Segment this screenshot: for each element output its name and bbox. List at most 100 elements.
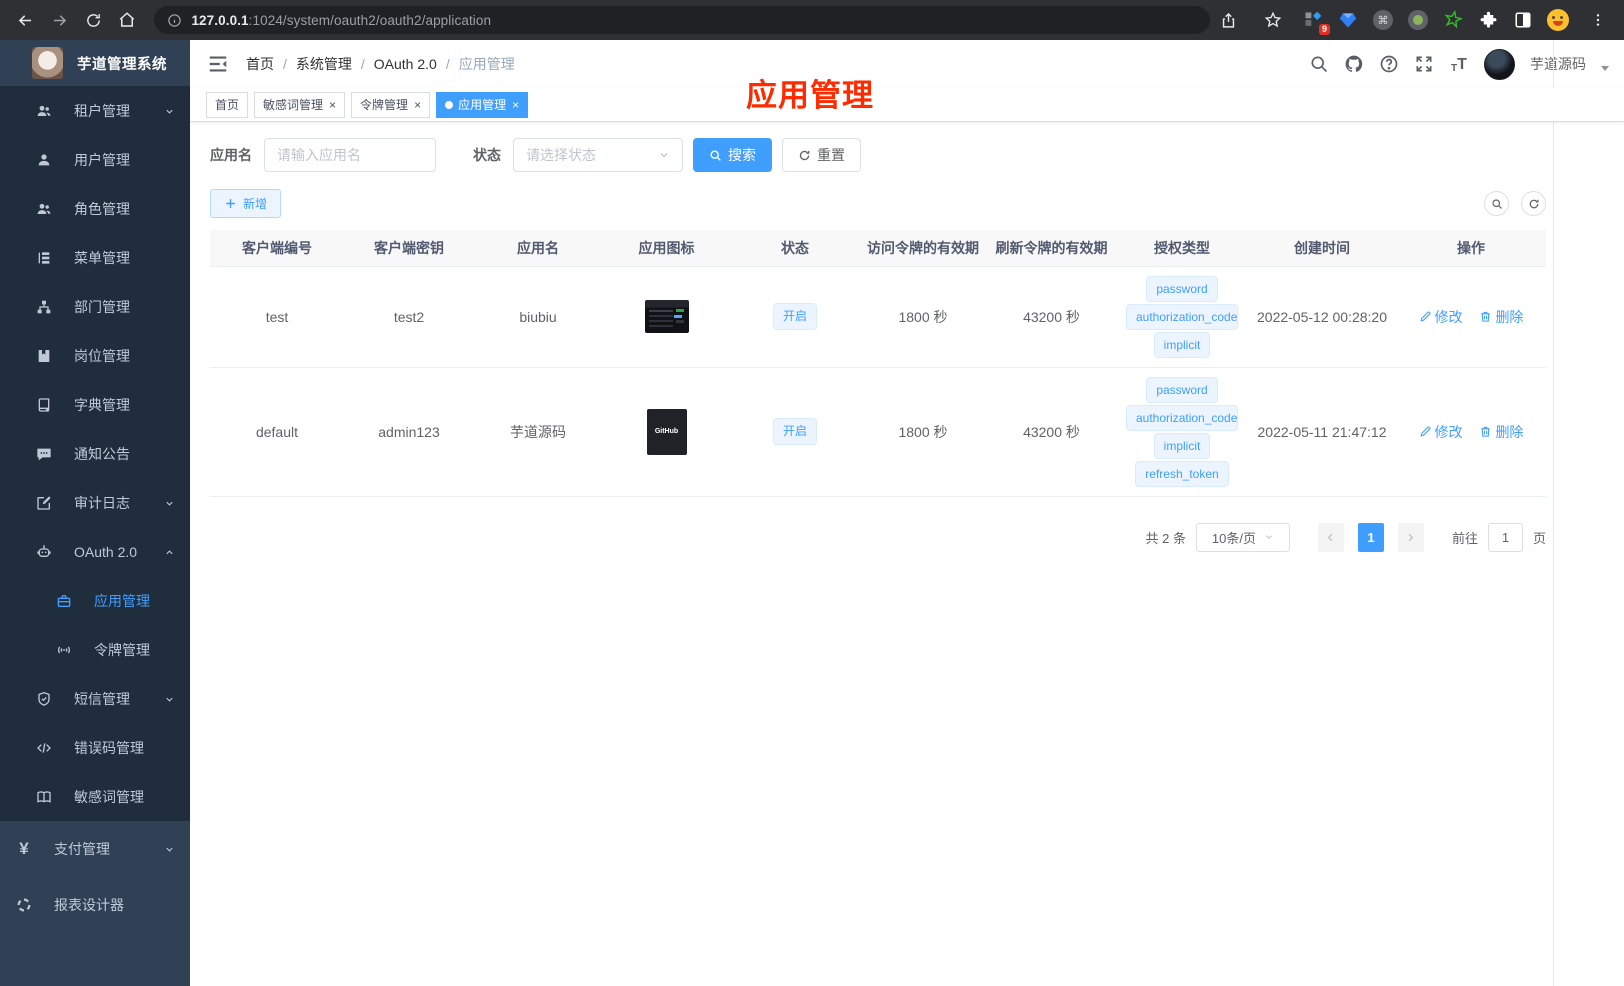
col-app-name: 应用名	[474, 230, 602, 266]
help-icon[interactable]	[1379, 54, 1399, 74]
close-icon[interactable]: ×	[414, 99, 421, 111]
caret-down-icon[interactable]	[1601, 65, 1609, 71]
sidebar-item-user[interactable]: 用户管理	[0, 135, 190, 184]
sidebar-toggle-icon[interactable]	[207, 53, 229, 75]
col-refresh-token-validity: 刷新令牌的有效期	[987, 230, 1116, 266]
sidebar-item-audit-log[interactable]: 审计日志	[0, 478, 190, 527]
pagination: 共 2 条 10条/页 1 前往 页	[210, 522, 1546, 552]
sidebar-item-payment[interactable]: ¥ 支付管理	[0, 821, 190, 877]
filter-form: 应用名 状态 请选择状态 搜索 重置	[210, 138, 1546, 172]
close-icon[interactable]: ×	[512, 99, 519, 111]
delete-link[interactable]: 删除	[1479, 307, 1523, 327]
refresh-table-button[interactable]	[1521, 191, 1546, 216]
cell-client-secret: admin123	[344, 367, 474, 497]
extension-star-icon[interactable]	[1442, 9, 1464, 31]
sidebar-item-dict[interactable]: 字典管理	[0, 380, 190, 429]
tab-sensitive-word[interactable]: 敏感词管理 ×	[254, 91, 346, 118]
active-dot	[445, 100, 454, 109]
breadcrumb-system[interactable]: 系统管理	[296, 54, 352, 74]
cell-app-name: biubiu	[474, 266, 602, 368]
username[interactable]: 芋道源码	[1530, 54, 1586, 74]
sidebar-item-menu[interactable]: 菜单管理	[0, 233, 190, 282]
sidebar-item-dept[interactable]: 部门管理	[0, 282, 190, 331]
message-bubble-icon	[36, 446, 52, 462]
goto-page-input[interactable]	[1487, 522, 1523, 552]
sidebar-item-error-code[interactable]: 错误码管理	[0, 723, 190, 772]
cell-create-time: 2022-05-11 21:47:12	[1248, 367, 1396, 497]
add-button[interactable]: 新增	[210, 189, 282, 218]
extension-gem-icon[interactable]	[1337, 9, 1359, 31]
extension-puzzle-icon[interactable]	[1477, 9, 1499, 31]
grant-type-tags: password authorization_code implicit ref…	[1120, 376, 1244, 487]
sidebar-item-sms[interactable]: 短信管理	[0, 674, 190, 723]
browser-home-button[interactable]	[111, 4, 143, 36]
next-page-button[interactable]	[1397, 522, 1424, 552]
delete-link[interactable]: 删除	[1479, 422, 1523, 442]
page-number-1[interactable]: 1	[1357, 522, 1384, 552]
browser-forward-button[interactable]	[44, 4, 76, 36]
tab-application[interactable]: 应用管理 ×	[436, 91, 529, 118]
sidebar-item-oauth[interactable]: OAuth 2.0	[0, 527, 190, 576]
sidebar-item-oauth-application[interactable]: 应用管理	[0, 576, 190, 625]
browser-address-bar[interactable]: 127.0.0.1:1024/system/oauth2/oauth2/appl…	[154, 6, 1210, 34]
prev-page-button[interactable]	[1317, 522, 1344, 552]
fullscreen-icon[interactable]	[1414, 54, 1434, 74]
edit-link[interactable]: 修改	[1419, 422, 1463, 442]
total-count: 共 2 条	[1145, 530, 1186, 546]
tab-token[interactable]: 令牌管理 ×	[351, 91, 431, 118]
app-logo[interactable]: 芋道管理系统	[0, 40, 190, 86]
col-client-secret: 客户端密钥	[344, 230, 474, 266]
app-icon-thumbnail	[644, 300, 689, 333]
share-icon[interactable]	[1212, 4, 1244, 36]
briefcase-icon	[56, 593, 72, 609]
sidebar-item-post[interactable]: 岗位管理	[0, 331, 190, 380]
browser-reload-button[interactable]	[77, 4, 109, 36]
sidebar-item-report-designer[interactable]: 报表设计器	[0, 877, 190, 933]
chevron-down-icon	[164, 106, 175, 117]
status-select[interactable]: 请选择状态	[513, 138, 683, 172]
tags-view-bar: 首页 敏感词管理 × 令牌管理 × 应用管理 ×	[190, 88, 1624, 122]
extension-grid-icon[interactable]: 9	[1302, 9, 1330, 35]
breadcrumb-oauth[interactable]: OAuth 2.0	[374, 56, 437, 72]
edit-square-icon	[36, 495, 52, 511]
breadcrumb-current: 应用管理	[458, 56, 515, 72]
user-avatar[interactable]	[1484, 48, 1515, 80]
edit-link[interactable]: 修改	[1419, 307, 1463, 327]
search-button[interactable]: 搜索	[693, 138, 772, 172]
font-size-icon[interactable]: TT	[1449, 54, 1469, 74]
github-icon[interactable]	[1344, 54, 1364, 74]
cell-access-validity: 1800 秒	[859, 367, 987, 497]
browser-menu-icon[interactable]	[1582, 4, 1614, 36]
sidebar-item-sensitive-word[interactable]: 敏感词管理	[0, 772, 190, 821]
reset-button[interactable]: 重置	[782, 138, 861, 172]
lifebuoy-icon	[16, 897, 32, 913]
extension-record-icon[interactable]	[1407, 9, 1429, 31]
bookmark-star-icon[interactable]	[1257, 4, 1289, 36]
roles-icon	[36, 201, 52, 217]
extension-command-icon[interactable]: ⌘	[1372, 9, 1394, 31]
show-search-toggle-button[interactable]	[1484, 191, 1509, 216]
org-tree-icon	[36, 299, 52, 315]
site-info-icon[interactable]	[167, 13, 182, 28]
app-name-label: 应用名	[210, 147, 252, 163]
applications-table: 客户端编号 客户端密钥 应用名 应用图标 状态 访问令牌的有效期 刷新令牌的有效…	[210, 230, 1546, 497]
sidebar-item-role[interactable]: 角色管理	[0, 184, 190, 233]
col-actions: 操作	[1396, 230, 1546, 266]
chevron-up-icon	[164, 547, 175, 558]
split-screen-icon[interactable]	[1512, 9, 1534, 31]
browser-back-button[interactable]	[10, 4, 42, 36]
breadcrumb-home[interactable]: 首页	[246, 54, 274, 74]
tab-home[interactable]: 首页	[206, 91, 249, 118]
extension-badge: 9	[1318, 24, 1330, 35]
app-name-input[interactable]	[264, 138, 436, 172]
page-size-select[interactable]: 10条/页	[1195, 522, 1290, 552]
logo-avatar	[32, 47, 63, 79]
table-toolbar: 新增	[210, 189, 1546, 218]
search-icon[interactable]	[1309, 54, 1329, 74]
sidebar-item-oauth-token[interactable]: 令牌管理	[0, 625, 190, 674]
profile-avatar-icon[interactable]	[1547, 9, 1569, 31]
close-icon[interactable]: ×	[329, 99, 336, 111]
sidebar-item-tenant[interactable]: 租户管理	[0, 86, 190, 135]
sidebar-item-notice[interactable]: 通知公告	[0, 429, 190, 478]
robot-icon	[36, 544, 52, 560]
